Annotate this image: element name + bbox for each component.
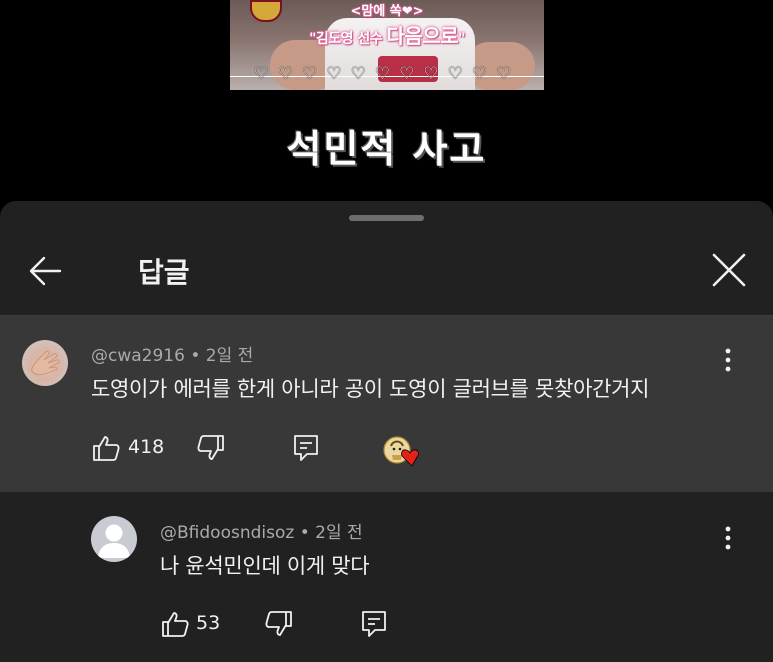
comment-author[interactable]: @cwa2916 <box>91 346 185 366</box>
drag-handle[interactable] <box>349 215 424 221</box>
default-avatar-icon <box>98 524 130 558</box>
reply-button[interactable] <box>292 433 320 463</box>
comment-text: 나 윤석민인데 이게 맞다 <box>160 554 370 578</box>
parent-comment: @cwa2916 • 2일 전 도영이가 에러를 한게 아니라 공이 도영이 글… <box>0 316 773 492</box>
creator-heart-badge <box>383 434 427 470</box>
close-icon <box>712 253 746 287</box>
hand-avatar-image <box>31 350 60 376</box>
replies-sheet: 답글 @cwa2916 • 2일 전 도영이가 에러를 한게 아니라 공이 도영… <box>0 201 773 662</box>
comment-text: 도영이가 에러를 한게 아니라 공이 도영이 글러브를 못찾아간거지 <box>91 377 650 401</box>
like-count: 53 <box>196 612 221 634</box>
reply-icon <box>294 435 318 461</box>
thumbs-down-icon <box>265 611 292 636</box>
arrow-left-icon <box>29 256 62 286</box>
like-button[interactable] <box>160 609 190 639</box>
video-caption-main: "김도영 선수 다음으로" <box>309 24 465 48</box>
like-button[interactable] <box>91 433 121 463</box>
heart-icon <box>401 449 419 467</box>
more-options-button[interactable] <box>718 346 738 374</box>
thumbs-up-icon <box>93 436 120 461</box>
video-player[interactable]: <맘에 쏙❤> "김도영 선수 다음으로" ♡♡♡♡♡♡♡♡♡♡♡ 석민적 사고 <box>0 0 773 205</box>
reply-comment: @Bfidoosndisoz • 2일 전 나 윤석민인데 이게 맞다 53 <box>0 492 773 662</box>
back-button[interactable] <box>26 251 66 291</box>
dislike-button[interactable] <box>196 433 226 463</box>
more-options-button[interactable] <box>718 524 738 552</box>
more-vert-icon <box>725 348 731 372</box>
comment-time[interactable]: 2일 전 <box>206 346 254 366</box>
video-caption-top: <맘에 쏙❤> <box>350 4 424 19</box>
reply-icon <box>362 611 386 637</box>
thumbs-down-icon <box>197 435 224 460</box>
heart-decoration: ♡♡♡♡♡♡♡♡♡♡♡ <box>253 64 521 84</box>
more-vert-icon <box>725 526 731 550</box>
comment-author[interactable]: @Bfidoosndisoz <box>160 523 294 543</box>
reply-button[interactable] <box>360 609 388 639</box>
sheet-title: 답글 <box>138 256 190 289</box>
comment-meta: @Bfidoosndisoz • 2일 전 <box>160 523 363 543</box>
avatar[interactable] <box>91 516 137 562</box>
video-thumbnail: <맘에 쏙❤> "김도영 선수 다음으로" ♡♡♡♡♡♡♡♡♡♡♡ <box>230 0 544 90</box>
like-count: 418 <box>128 436 165 458</box>
avatar[interactable] <box>22 340 68 386</box>
dislike-button[interactable] <box>264 609 294 639</box>
comment-time[interactable]: 2일 전 <box>315 523 363 543</box>
comment-meta: @cwa2916 • 2일 전 <box>91 346 254 366</box>
close-button[interactable] <box>708 249 750 291</box>
thumbs-up-icon <box>162 612 189 637</box>
video-caption-title: 석민적 사고 <box>286 127 487 171</box>
